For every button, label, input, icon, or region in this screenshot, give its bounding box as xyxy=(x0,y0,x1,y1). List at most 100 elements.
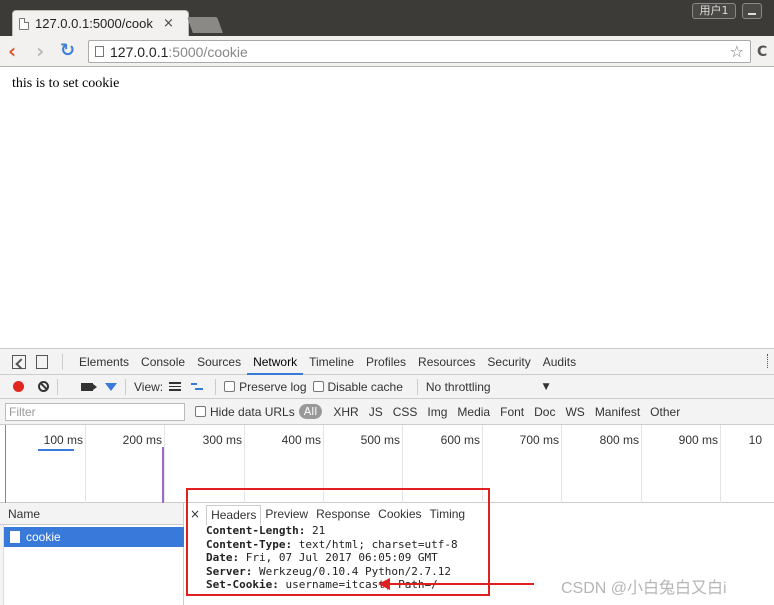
filter-xhr[interactable]: XHR xyxy=(333,405,358,419)
timeline-label: 700 ms xyxy=(519,433,559,447)
preserve-log-checkbox[interactable] xyxy=(224,381,236,392)
timeline-label: 100 ms xyxy=(43,433,83,447)
divider xyxy=(416,378,418,395)
filter-js[interactable]: JS xyxy=(369,405,383,419)
close-details-icon[interactable]: × xyxy=(190,507,200,521)
hide-data-urls-label: Hide data URLs xyxy=(210,404,295,419)
minimize-icon[interactable] xyxy=(742,3,762,19)
request-list: Name cookie xyxy=(0,503,184,605)
tab-network[interactable]: Network xyxy=(247,349,304,375)
timeline-label: 500 ms xyxy=(360,433,400,447)
user-profile-button[interactable]: 用户1 xyxy=(692,3,736,19)
header-key: Date: xyxy=(206,551,240,564)
menu-icon[interactable]: C xyxy=(757,44,767,60)
divider xyxy=(125,378,126,395)
overview-handle[interactable] xyxy=(0,425,6,503)
header-line: Date: Fri, 07 Jul 2017 06:05:09 GMT xyxy=(206,551,458,565)
bookmark-star-icon[interactable]: ☆ xyxy=(730,42,744,61)
tab-sources[interactable]: Sources xyxy=(191,349,247,375)
grid-line xyxy=(402,425,403,503)
network-overview[interactable]: 100 ms 200 ms 300 ms 400 ms 500 ms 600 m… xyxy=(0,425,774,503)
devtools-tab-bar: Elements Console Sources Network Timelin… xyxy=(0,349,774,375)
browser-tab[interactable]: 127.0.0.1:5000/cook × xyxy=(12,10,189,36)
filter-icon[interactable] xyxy=(105,382,117,391)
header-key: Set-Cookie: xyxy=(206,578,279,591)
more-options-icon[interactable] xyxy=(767,354,770,368)
filter-media[interactable]: Media xyxy=(457,405,490,419)
name-column-header[interactable]: Name xyxy=(0,503,183,525)
tab-headers[interactable]: Headers xyxy=(206,505,262,525)
grid-line xyxy=(323,425,324,503)
header-line: Server: Werkzeug/0.10.4 Python/2.7.12 xyxy=(206,565,458,579)
forward-icon[interactable]: › xyxy=(36,41,52,61)
document-icon xyxy=(10,531,20,543)
timeline-label: 200 ms xyxy=(122,433,162,447)
page-body-text: this is to set cookie xyxy=(12,76,120,91)
tab-preview[interactable]: Preview xyxy=(261,505,312,525)
title-bar: 127.0.0.1:5000/cook × 用户1 xyxy=(0,0,774,36)
tab-timeline[interactable]: Timeline xyxy=(303,349,360,375)
large-rows-icon[interactable] xyxy=(169,382,182,391)
capture-screenshots-icon[interactable] xyxy=(81,382,97,391)
tab-console[interactable]: Console xyxy=(135,349,191,375)
browser-toolbar: ‹ › ↻ 127.0.0.1:5000/cookie ☆ C xyxy=(0,36,774,67)
divider xyxy=(215,378,217,395)
view-label: View: xyxy=(134,379,164,394)
tab-security[interactable]: Security xyxy=(481,349,536,375)
tab-audits[interactable]: Audits xyxy=(537,349,582,375)
filter-css[interactable]: CSS xyxy=(393,405,418,419)
filter-manifest[interactable]: Manifest xyxy=(595,405,640,419)
header-value: Fri, 07 Jul 2017 06:05:09 GMT xyxy=(239,551,438,564)
device-mode-icon[interactable] xyxy=(36,354,48,369)
filter-doc[interactable]: Doc xyxy=(534,405,555,419)
grid-line xyxy=(641,425,642,503)
tab-close-icon[interactable]: × xyxy=(163,17,174,30)
grid-line xyxy=(561,425,562,503)
tab-response[interactable]: Response xyxy=(312,505,374,525)
request-bar xyxy=(38,449,74,451)
grid-line xyxy=(482,425,483,503)
header-key: Content-Type: xyxy=(206,537,293,551)
header-key: Server: xyxy=(206,564,253,578)
tab-cookies[interactable]: Cookies xyxy=(374,505,425,525)
details-tab-bar: × Headers Preview Response Cookies Timin… xyxy=(186,503,774,525)
record-icon[interactable] xyxy=(13,381,24,392)
back-icon[interactable]: ‹ xyxy=(8,41,24,61)
address-bar[interactable]: 127.0.0.1:5000/cookie ☆ xyxy=(88,40,751,63)
reload-icon[interactable]: ↻ xyxy=(60,42,78,60)
load-event-marker xyxy=(162,447,164,503)
filter-all-button[interactable]: All xyxy=(298,404,323,419)
request-name: cookie xyxy=(26,530,61,544)
tab-elements[interactable]: Elements xyxy=(73,349,135,375)
url-path: :5000/cookie xyxy=(168,43,248,60)
filter-img[interactable]: Img xyxy=(427,405,447,419)
request-row-cookie[interactable]: cookie xyxy=(4,527,184,547)
watermark: CSDN @小白兔白又白i xyxy=(561,580,727,597)
header-line: Content-Type: text/html; charset=utf-8 xyxy=(206,538,458,552)
new-tab-button[interactable] xyxy=(187,17,223,33)
filter-other[interactable]: Other xyxy=(650,405,680,419)
tab-resources[interactable]: Resources xyxy=(412,349,481,375)
inspect-element-icon[interactable] xyxy=(12,354,26,369)
tab-timing[interactable]: Timing xyxy=(426,505,470,525)
grid-line xyxy=(164,425,165,503)
tab-profiles[interactable]: Profiles xyxy=(360,349,412,375)
header-value: 21 xyxy=(305,524,326,537)
clear-icon[interactable] xyxy=(38,381,49,392)
grid-line xyxy=(244,425,245,503)
hide-data-urls-checkbox[interactable] xyxy=(195,406,206,417)
filter-ws[interactable]: WS xyxy=(565,405,584,419)
filter-font[interactable]: Font xyxy=(500,405,524,419)
annotation-arrow xyxy=(388,583,534,585)
disable-cache-checkbox[interactable] xyxy=(312,381,324,392)
page-icon xyxy=(95,46,104,57)
annotation-arrow-head xyxy=(378,578,390,590)
chevron-down-icon[interactable]: ▼ xyxy=(543,382,550,392)
overview-icon[interactable] xyxy=(191,382,204,392)
timeline-label: 800 ms xyxy=(599,433,639,447)
throttling-select[interactable]: No throttling xyxy=(426,380,491,394)
page-icon xyxy=(19,17,29,30)
filter-input[interactable]: Filter xyxy=(5,402,185,421)
filter-bar: Filter Hide data URLs All XHR JS CSS Img… xyxy=(0,399,774,425)
header-value: Werkzeug/0.10.4 Python/2.7.12 xyxy=(252,564,452,578)
